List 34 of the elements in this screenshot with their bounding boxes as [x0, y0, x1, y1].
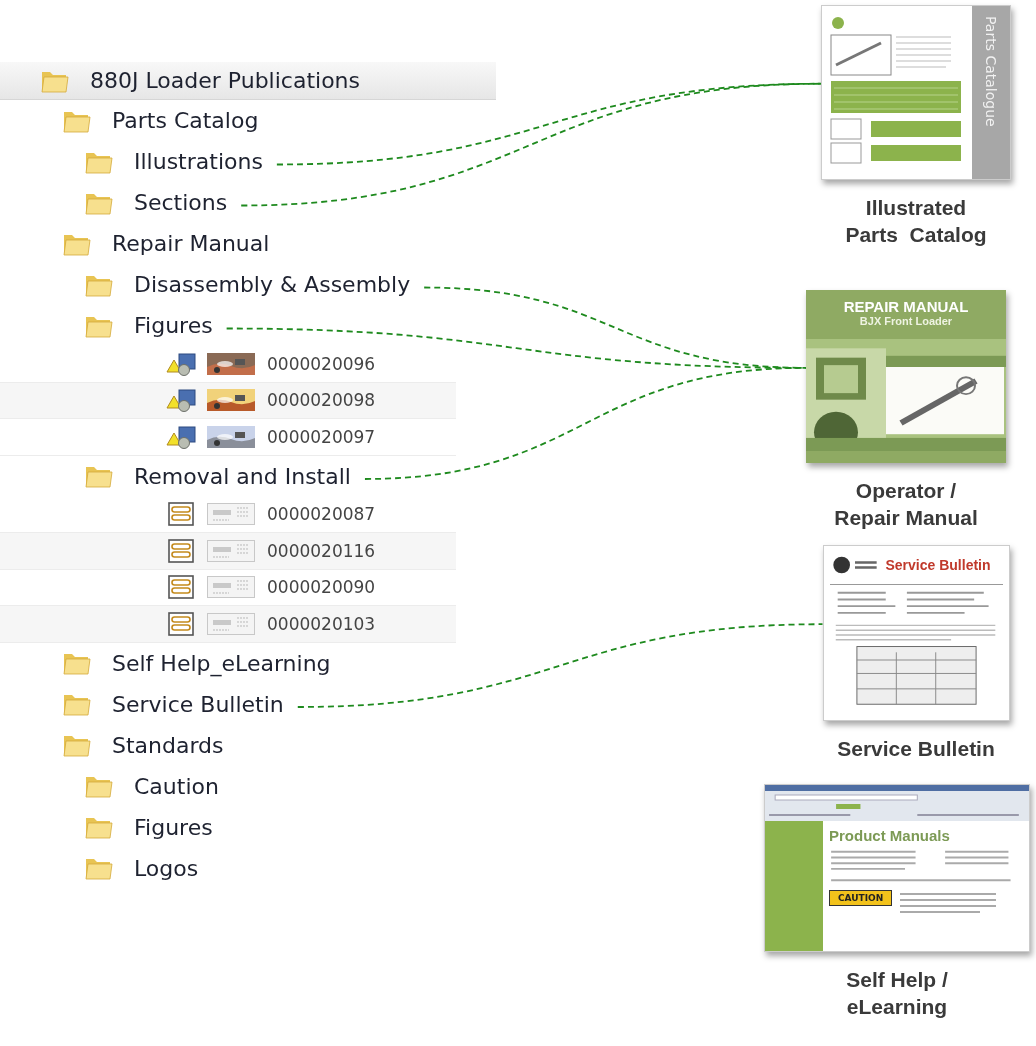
- folder-item[interactable]: Caution: [0, 765, 496, 807]
- document-caption: Service Bulletin: [837, 736, 995, 762]
- form-thumbnail-icon: [207, 576, 255, 599]
- folder-item[interactable]: Illustrations: [0, 141, 496, 182]
- document-caption: Self Help / eLearning: [846, 967, 948, 1020]
- folder-item[interactable]: Standards: [0, 724, 496, 766]
- folder-item[interactable]: Service Bulletin: [0, 683, 496, 725]
- form-thumbnail-icon: [207, 503, 255, 526]
- file-item[interactable]: 0000020116: [0, 533, 456, 570]
- document-title: Service Bulletin: [885, 557, 991, 573]
- document-subtitle: BJX Front Loader: [859, 315, 953, 327]
- folder-item[interactable]: Repair Manual: [0, 223, 496, 264]
- document-title: Parts Catalogue: [983, 16, 999, 127]
- shapes-icon: [165, 424, 199, 449]
- folder-item[interactable]: Removal and Install: [0, 455, 496, 497]
- page-title: Product Manuals: [829, 827, 951, 844]
- caution-label: CAUTION: [829, 890, 893, 906]
- folder-item[interactable]: Parts Catalog: [0, 100, 496, 141]
- folder-item[interactable]: Figures: [0, 305, 496, 346]
- folder-item[interactable]: Self Help_eLearning: [0, 642, 496, 684]
- document-caption: Operator / Repair Manual: [834, 478, 978, 531]
- file-item[interactable]: 0000020103: [0, 606, 456, 643]
- document-caption: Illustrated Parts Catalog: [845, 195, 987, 248]
- folder-item[interactable]: Sections: [0, 182, 496, 223]
- form-thumbnail-icon: [207, 539, 255, 562]
- shapes-icon: [165, 388, 199, 413]
- folder-item[interactable]: Logos: [0, 847, 496, 889]
- shapes-icon: [165, 351, 199, 376]
- folder-item[interactable]: Figures: [0, 806, 496, 848]
- form-thumbnail-icon: [207, 612, 255, 635]
- folder-item[interactable]: Disassembly & Assembly: [0, 264, 496, 305]
- folder-item[interactable]: 880J Loader Publications: [0, 62, 496, 100]
- document-title: REPAIR MANUAL: [843, 298, 969, 315]
- file-item[interactable]: 0000020098: [0, 382, 456, 419]
